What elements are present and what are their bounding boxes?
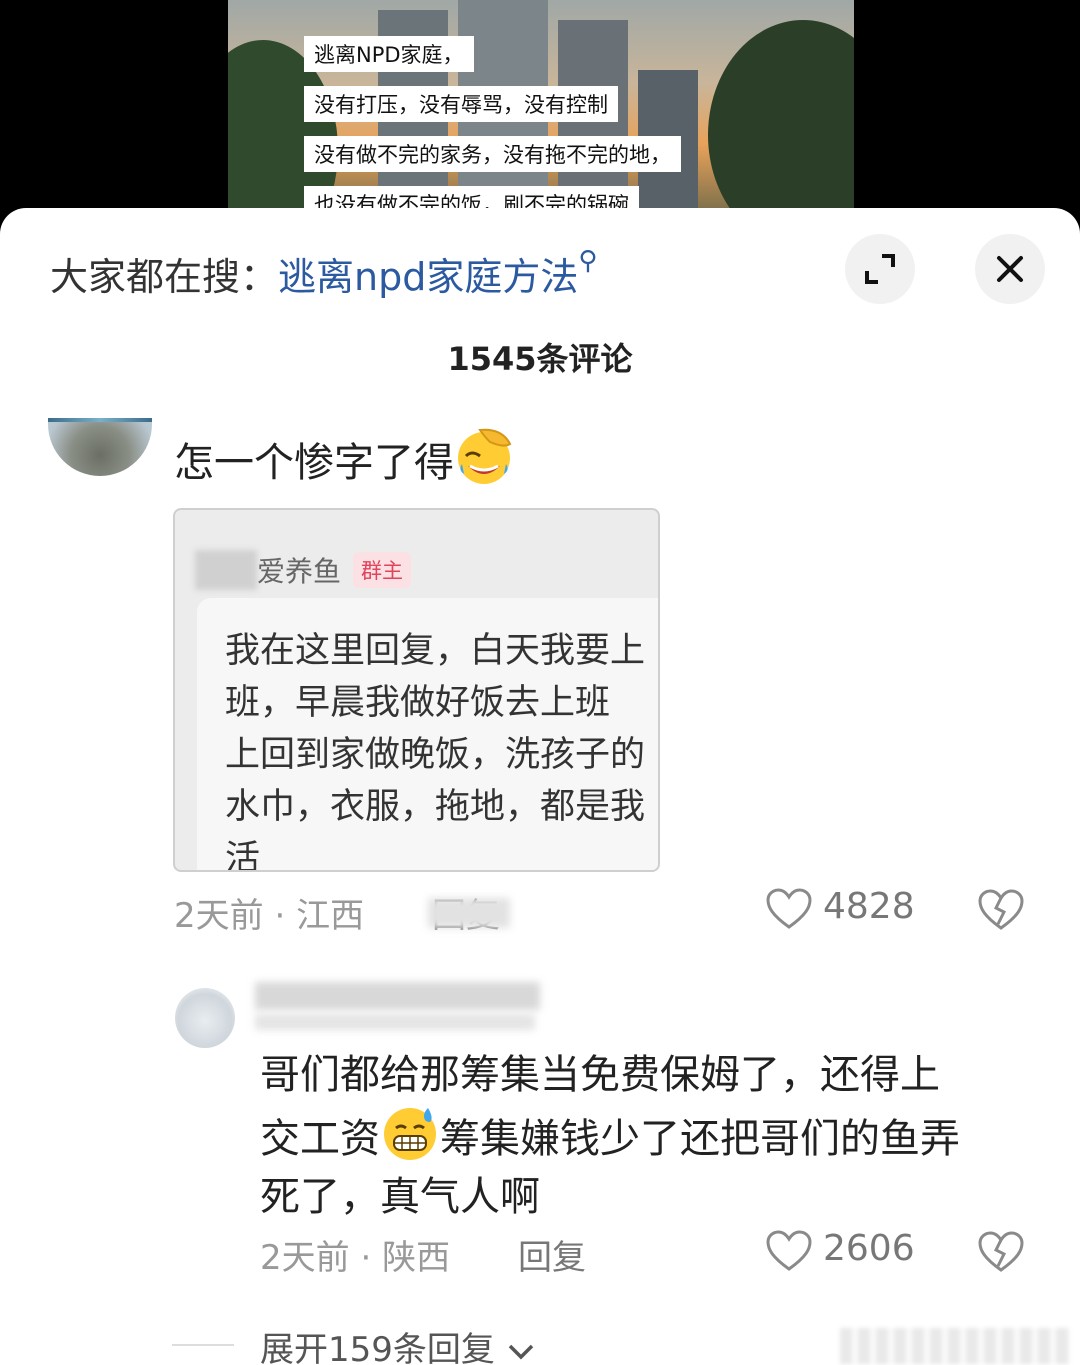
video-player[interactable]: 逃离NPD家庭， 没有打压，没有辱骂，没有控制 没有做不完的家务，没有拖不完的地… [0, 0, 1080, 240]
reply-text-content: 筹集嫌钱少了还把哥们的鱼弄 [440, 1116, 960, 1162]
quoted-line: 班，早晨我做好饭去上班 [225, 683, 611, 723]
heart-like-icon[interactable] [766, 888, 812, 930]
quoted-line: 水巾，衣服，拖地，都是我 [225, 787, 646, 827]
broken-heart-dislike-icon[interactable] [978, 888, 1024, 932]
expand-replies-label: 展开159条回复 [260, 1322, 536, 1365]
expand-button[interactable] [845, 234, 915, 304]
expand-icon [865, 254, 895, 284]
close-button[interactable] [975, 234, 1045, 304]
avatar[interactable] [48, 418, 152, 476]
blur-overlay [428, 898, 510, 928]
blurred-username [255, 982, 540, 1010]
grimacing-sweat-emoji-icon [384, 1108, 436, 1160]
meta-separator: · [274, 896, 286, 936]
comment-meta: 2天前 · 江西 [174, 888, 364, 937]
tree-shape [708, 20, 854, 240]
quoted-line: 上回到家做晚饭，洗孩子的 [225, 735, 646, 775]
reply-text-line: 交工资 筹集嫌钱少了还把哥们的鱼弄 [260, 1102, 960, 1164]
video-caption: 逃离NPD家庭， [304, 36, 474, 72]
reply-text-line: 哥们都给那筹集当免费保姆了，还得上 [260, 1052, 940, 1098]
search-suggestion[interactable]: 大家都在搜：逃离npd家庭方法⚲ [50, 246, 597, 301]
quoted-line: 我在这里回复，白天我要上 [225, 631, 646, 671]
comment-text-content: 怎一个惨字了得 [174, 440, 454, 486]
blurred-username [255, 1014, 535, 1030]
facepalm-laughing-emoji-icon [458, 428, 512, 484]
comment-sheet: 大家都在搜：逃离npd家庭方法⚲ 1545条评论 怎一个惨字了得 爱养鱼 群主 [0, 208, 1080, 1365]
reply-text-line: 死了，真气人啊 [260, 1174, 540, 1220]
blurred-avatar [195, 550, 257, 590]
comment-text: 怎一个惨字了得 [174, 426, 514, 488]
quoted-line: 活 [225, 839, 261, 872]
reply-meta: 2天前 · 陕西 [260, 1230, 450, 1279]
broken-heart-dislike-icon[interactable] [978, 1230, 1024, 1274]
reply-location: 陕西 [382, 1238, 451, 1278]
like-count: 4828 [823, 886, 915, 927]
expand-replies-text: 展开159条回复 [260, 1330, 495, 1365]
comment-time: 2天前 [174, 896, 264, 936]
search-prefix: 大家都在搜： [50, 255, 279, 299]
comment-count-title: 1545条评论 [447, 340, 633, 378]
chevron-down-icon [508, 1344, 533, 1359]
avatar[interactable] [175, 988, 235, 1048]
expand-divider [172, 1344, 234, 1346]
comment-location: 江西 [296, 896, 365, 936]
watermark-blur [840, 1328, 1070, 1364]
search-icon: ⚲ [578, 246, 598, 276]
close-icon [997, 256, 1023, 282]
like-count: 2606 [823, 1228, 915, 1269]
meta-separator: · [360, 1238, 372, 1278]
search-term-link[interactable]: 逃离npd家庭方法 [278, 255, 578, 299]
group-owner-badge: 群主 [353, 552, 411, 588]
video-frame[interactable]: 逃离NPD家庭， 没有打压，没有辱骂，没有控制 没有做不完的家务，没有拖不完的地… [228, 0, 854, 240]
reply-time: 2天前 [260, 1238, 350, 1278]
quoted-user-name: 爱养鱼 [257, 555, 342, 588]
video-caption: 没有做不完的家务，没有拖不完的地， [304, 136, 681, 172]
reply-text-content: 交工资 [260, 1116, 380, 1162]
avatar-edge [48, 418, 152, 422]
quoted-screenshot[interactable]: 爱养鱼 群主 我在这里回复，白天我要上 班，早晨我做好饭去上班 上回到家做晚饭，… [173, 508, 660, 872]
video-caption: 没有打压，没有辱骂，没有控制 [304, 86, 618, 122]
reply-button[interactable]: 回复 [518, 1230, 586, 1279]
heart-like-icon[interactable] [766, 1230, 812, 1272]
